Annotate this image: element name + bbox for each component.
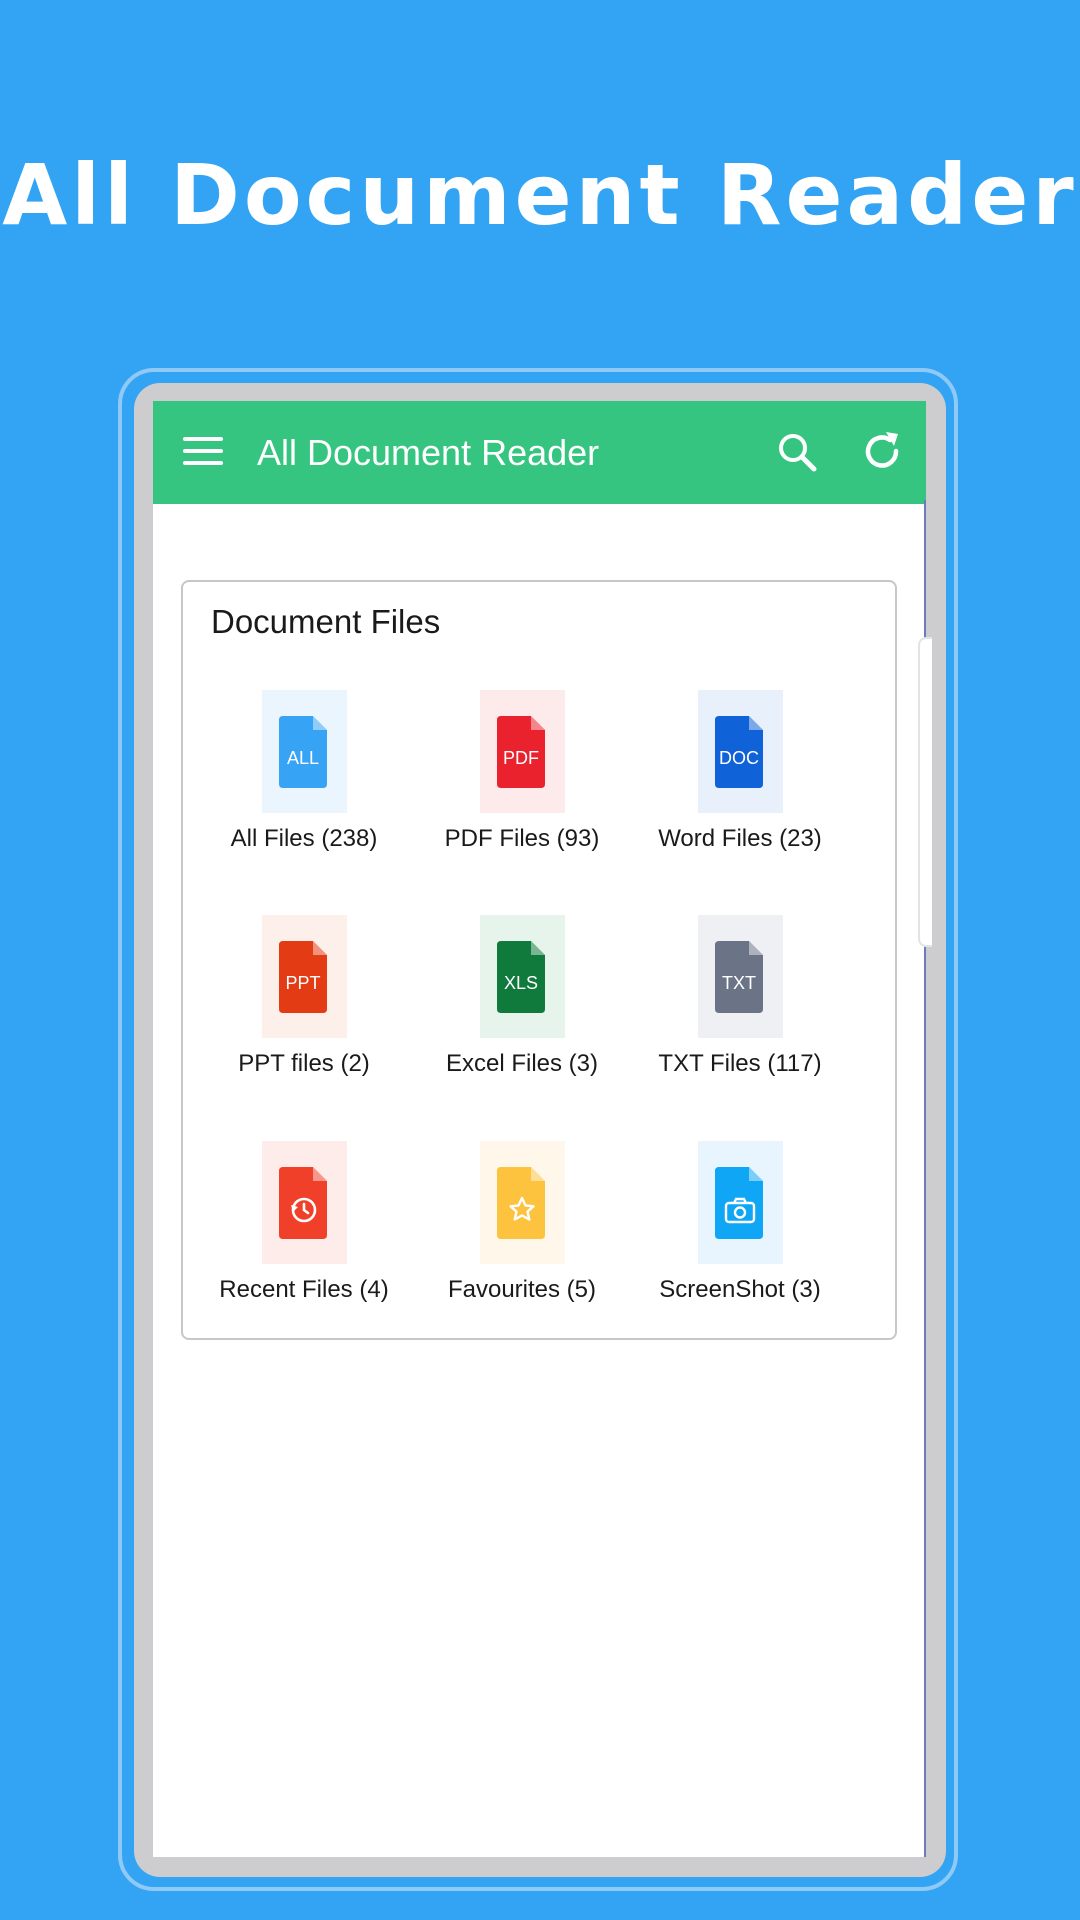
svg-text:DOC: DOC xyxy=(719,748,759,768)
svg-text:PDF: PDF xyxy=(503,748,539,768)
promo-headline: All Document Reader xyxy=(2,146,1078,244)
tile-label: Word Files (23) xyxy=(658,825,822,852)
app-bar-title: All Document Reader xyxy=(257,432,600,473)
file-category-tile[interactable]: DOC Word Files (23) xyxy=(631,690,849,870)
svg-text:PPT: PPT xyxy=(285,973,320,993)
side-panel-peek xyxy=(918,637,932,947)
file-category-tile[interactable]: Recent Files (4) xyxy=(195,1141,413,1321)
file-category-tile[interactable]: ALL All Files (238) xyxy=(195,690,413,870)
file-category-tile[interactable]: XLS Excel Files (3) xyxy=(413,915,631,1095)
word-file-icon: DOC xyxy=(715,716,765,788)
all-files-icon: ALL xyxy=(279,716,329,788)
txt-file-icon: TXT xyxy=(715,941,765,1013)
tile-label: PDF Files (93) xyxy=(444,825,600,852)
excel-file-icon: XLS xyxy=(497,941,547,1013)
svg-text:TXT: TXT xyxy=(722,973,756,993)
tile-label: Excel Files (3) xyxy=(445,1050,599,1077)
file-category-tile[interactable]: PDF PDF Files (93) xyxy=(413,690,631,870)
svg-text:ALL: ALL xyxy=(287,748,319,768)
tile-label: PPT files (2) xyxy=(238,1050,370,1077)
ppt-file-icon: PPT xyxy=(279,941,329,1013)
refresh-icon[interactable] xyxy=(857,427,909,479)
file-category-tile[interactable]: ScreenShot (3) xyxy=(631,1141,849,1321)
tile-label: ScreenShot (3) xyxy=(659,1276,821,1303)
tile-label: All Files (238) xyxy=(230,825,378,852)
recent-history-icon xyxy=(279,1167,329,1239)
file-category-tile[interactable]: PPT PPT files (2) xyxy=(195,915,413,1095)
file-category-tile[interactable]: TXT TXT Files (117) xyxy=(631,915,849,1095)
svg-text:XLS: XLS xyxy=(504,973,538,993)
tile-label: TXT Files (117) xyxy=(658,1050,822,1077)
search-icon[interactable] xyxy=(772,427,824,479)
app-screen: All Document Reader Document Files ALL Al… xyxy=(153,401,926,1857)
hamburger-menu-icon[interactable] xyxy=(183,435,225,471)
app-bar: All Document Reader xyxy=(153,401,926,504)
favourite-star-icon xyxy=(497,1167,547,1239)
tile-label: Recent Files (4) xyxy=(219,1276,389,1303)
document-files-card: Document Files ALL All Files (238) PDF PDF … xyxy=(181,580,897,1340)
card-title: Document Files xyxy=(211,603,441,640)
pdf-file-icon: PDF xyxy=(497,716,547,788)
tile-label: Favourites (5) xyxy=(447,1276,597,1303)
file-category-tile[interactable]: Favourites (5) xyxy=(413,1141,631,1321)
screenshot-camera-icon xyxy=(715,1167,765,1239)
